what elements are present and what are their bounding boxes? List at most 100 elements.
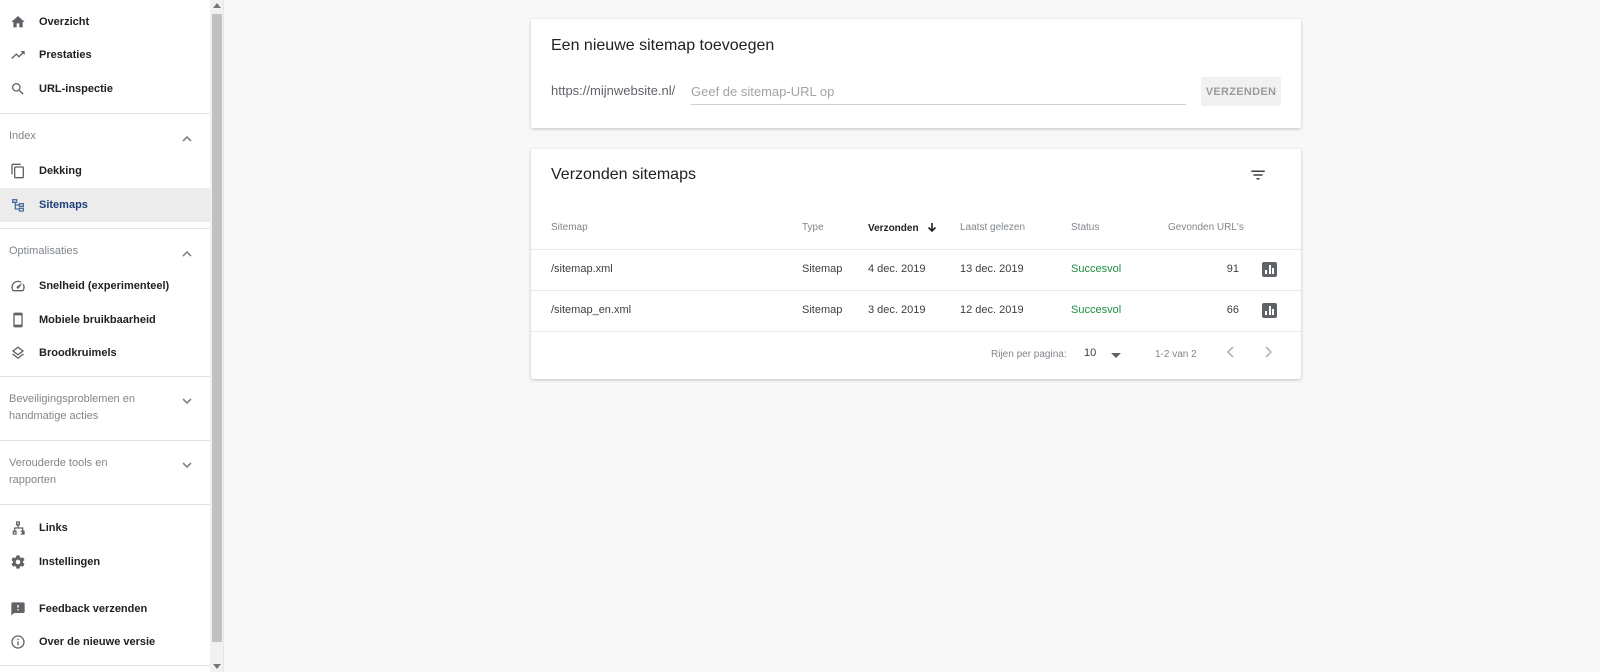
section-label: handmatige acties bbox=[9, 410, 99, 422]
rows-per-page-select[interactable]: 10 bbox=[1084, 347, 1134, 363]
nav-label: Broodkruimels bbox=[39, 347, 117, 359]
section-label: rapporten bbox=[9, 474, 57, 486]
column-header-type[interactable]: Type bbox=[802, 222, 824, 233]
bar-chart-icon[interactable] bbox=[1262, 303, 1277, 318]
column-header-gevonden-urls[interactable]: Gevonden URL's bbox=[1168, 222, 1244, 233]
sitemap-icon bbox=[10, 197, 26, 213]
nav-label: Feedback verzenden bbox=[39, 603, 148, 615]
nav-item-snelheid[interactable]: Snelheid (experimenteel) bbox=[0, 269, 210, 303]
card-title: Verzonden sitemaps bbox=[551, 166, 696, 183]
section-label: Verouderde tools en bbox=[9, 457, 108, 469]
column-header-label: Verzonden bbox=[868, 223, 919, 234]
section-header-verouderd[interactable]: Verouderde tools en rapporten bbox=[0, 455, 210, 491]
section-header-optimalisaties[interactable]: Optimalisaties bbox=[0, 243, 210, 263]
nav-label: Mobiele bruikbaarheid bbox=[39, 314, 156, 326]
chevron-left-icon[interactable] bbox=[1223, 344, 1239, 360]
chevron-down-icon bbox=[181, 458, 193, 470]
home-icon bbox=[10, 14, 26, 30]
section-header-beveiliging[interactable]: Beveiligingsproblemen en handmatige acti… bbox=[0, 391, 210, 427]
nav-label: Dekking bbox=[39, 165, 82, 177]
card-title: Een nieuwe sitemap toevoegen bbox=[551, 37, 775, 54]
copy-pages-icon bbox=[10, 163, 26, 179]
divider bbox=[0, 113, 210, 114]
divider bbox=[0, 376, 210, 377]
nav-label: Snelheid (experimenteel) bbox=[39, 280, 170, 292]
table-row[interactable]: /sitemap.xml Sitemap 4 dec. 2019 13 dec.… bbox=[531, 250, 1301, 290]
cell-found-urls: 66 bbox=[1226, 304, 1239, 316]
layers-icon bbox=[10, 345, 26, 361]
cell-last-read: 13 dec. 2019 bbox=[960, 263, 1024, 275]
sidebar: Overzicht Prestaties URL-inspectie Index… bbox=[0, 0, 210, 672]
cell-found-urls: 91 bbox=[1226, 263, 1239, 275]
section-label: Beveiligingsproblemen en bbox=[9, 393, 135, 405]
nav-label: Prestaties bbox=[39, 49, 92, 61]
nav-item-url-inspectie[interactable]: URL-inspectie bbox=[0, 72, 210, 106]
scrollbar-thumb[interactable] bbox=[212, 14, 222, 642]
divider bbox=[0, 440, 210, 441]
section-label: Optimalisaties bbox=[9, 245, 79, 257]
cell-type: Sitemap bbox=[802, 263, 843, 275]
cell-last-read: 12 dec. 2019 bbox=[960, 304, 1024, 316]
chevron-up-icon bbox=[181, 247, 193, 259]
column-header-verzonden[interactable]: Verzonden bbox=[868, 222, 937, 235]
divider bbox=[0, 504, 210, 505]
status-badge: Succesvol bbox=[1071, 304, 1122, 316]
smartphone-icon bbox=[10, 312, 26, 328]
submit-button[interactable]: VERZENDEN bbox=[1201, 77, 1281, 106]
divider bbox=[0, 228, 210, 229]
nav-label: Over de nieuwe versie bbox=[39, 636, 156, 648]
column-header-sitemap[interactable]: Sitemap bbox=[551, 222, 588, 233]
scroll-up-arrow-icon[interactable] bbox=[213, 3, 221, 8]
nav-item-over-nieuwe-versie[interactable]: Over de nieuwe versie bbox=[0, 625, 210, 659]
chevron-up-icon bbox=[181, 132, 193, 144]
cell-submitted: 3 dec. 2019 bbox=[868, 304, 926, 316]
cell-submitted: 4 dec. 2019 bbox=[868, 263, 926, 275]
nav-item-dekking[interactable]: Dekking bbox=[0, 154, 210, 188]
column-header-status[interactable]: Status bbox=[1071, 222, 1099, 233]
arrow-down-icon bbox=[927, 222, 937, 235]
rows-per-page-value: 10 bbox=[1084, 347, 1097, 359]
search-icon bbox=[10, 81, 26, 97]
feedback-icon bbox=[10, 601, 26, 617]
speedometer-icon bbox=[10, 278, 26, 294]
trending-up-icon bbox=[10, 47, 26, 63]
nav-label: Sitemaps bbox=[39, 199, 88, 211]
scroll-down-arrow-icon[interactable] bbox=[213, 664, 221, 669]
nav-label: Links bbox=[39, 522, 68, 534]
cell-sitemap: /sitemap.xml bbox=[551, 263, 613, 275]
nav-item-instellingen[interactable]: Instellingen bbox=[0, 545, 210, 579]
nav-item-prestaties[interactable]: Prestaties bbox=[0, 38, 210, 72]
nav-item-broodkruimels[interactable]: Broodkruimels bbox=[0, 336, 210, 370]
cell-type: Sitemap bbox=[802, 304, 843, 316]
add-sitemap-card: Een nieuwe sitemap toevoegen https://mij… bbox=[531, 19, 1301, 128]
nav-item-links[interactable]: Links bbox=[0, 511, 210, 545]
cell-sitemap: /sitemap_en.xml bbox=[551, 304, 632, 316]
url-prefix: https://mijnwebsite.nl/ bbox=[551, 83, 676, 98]
nav-label: URL-inspectie bbox=[39, 83, 113, 95]
table-row[interactable]: /sitemap_en.xml Sitemap 3 dec. 2019 12 d… bbox=[531, 291, 1301, 331]
gear-icon bbox=[10, 554, 26, 570]
sidebar-scrollbar[interactable] bbox=[210, 0, 224, 672]
nav-item-sitemaps[interactable]: Sitemaps bbox=[0, 188, 210, 222]
submitted-sitemaps-card: Verzonden sitemaps Sitemap Type Verzonde… bbox=[531, 149, 1301, 379]
sitemap-url-input[interactable] bbox=[691, 79, 1186, 105]
section-header-index[interactable]: Index bbox=[0, 128, 210, 148]
nav-item-mobiele-bruikbaarheid[interactable]: Mobiele bruikbaarheid bbox=[0, 303, 210, 337]
nav-label: Overzicht bbox=[39, 16, 90, 28]
chevron-down-icon bbox=[181, 394, 193, 406]
dropdown-arrow-icon bbox=[1111, 353, 1121, 358]
nav-item-feedback[interactable]: Feedback verzenden bbox=[0, 592, 210, 626]
chevron-right-icon[interactable] bbox=[1260, 344, 1276, 360]
pagination-range: 1-2 van 2 bbox=[1155, 349, 1197, 360]
rows-per-page-label: Rijen per pagina: bbox=[991, 349, 1067, 360]
divider bbox=[0, 665, 210, 666]
status-badge: Succesvol bbox=[1071, 263, 1122, 275]
section-label: Index bbox=[9, 130, 36, 142]
info-icon bbox=[10, 634, 26, 650]
bar-chart-icon[interactable] bbox=[1262, 262, 1277, 277]
filter-icon[interactable] bbox=[1249, 166, 1267, 184]
divider bbox=[531, 331, 1301, 332]
nav-item-overzicht[interactable]: Overzicht bbox=[0, 5, 210, 39]
column-header-laatst-gelezen[interactable]: Laatst gelezen bbox=[960, 222, 1025, 233]
nav-label: Instellingen bbox=[39, 556, 101, 568]
